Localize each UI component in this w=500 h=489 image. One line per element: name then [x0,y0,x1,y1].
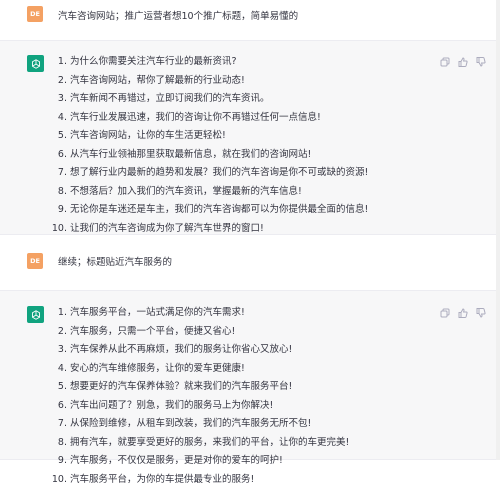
list-item: 汽车保养从此不再麻烦，我们的服务让你省心又放心! [70,341,349,360]
list-item: 汽车咨询网站，帮你了解最新的行业动态! [70,72,368,91]
user-avatar: DE [27,253,43,269]
thumbs-down-icon[interactable] [476,57,486,67]
list-item: 汽车咨询网站，让你的车生活更轻松! [70,127,368,146]
assistant-list: 为什么你需要关注汽车行业的最新资讯? 汽车咨询网站，帮你了解最新的行业动态! 汽… [44,53,368,238]
list-item: 不想落后？加入我们的汽车资讯，掌握最新的汽车信息! [70,183,368,202]
list-item: 汽车出问题了？别急，我们的服务马上为你解决! [70,397,349,416]
chatgpt-logo-icon [27,55,44,72]
thumbs-up-icon[interactable] [458,57,468,67]
list-item: 无论你是车迷还是车主，我们的汽车咨询都可以为你提供最全面的信息! [70,201,368,220]
user-avatar: DE [27,6,43,22]
user-message-text: 汽车咨询网站；推广运营者想10个推广标题，简单易懂的 [58,8,298,22]
list-item: 汽车新闻不再错过，立即订阅我们的汽车资讯。 [70,90,368,109]
message-actions [440,57,486,67]
thumbs-up-icon[interactable] [458,308,468,318]
list-item: 想了解行业内最新的趋势和发展？我们的汽车咨询是你不可或缺的资源! [70,164,368,183]
assistant-message-2: 汽车服务平台，一站式满足你的汽车需求! 汽车服务，只需一个平台，便捷又省心! 汽… [0,290,500,460]
list-item: 汽车服务平台，一站式满足你的汽车需求! [70,304,349,323]
list-item: 汽车服务平台，为你的车提供最专业的服务! [70,471,349,489]
copy-icon[interactable] [440,308,450,318]
user-message-text: 继续；标题贴近汽车服务的 [58,254,172,268]
chatgpt-logo-icon [27,306,44,323]
message-actions [440,308,486,318]
list-item: 汽车服务，不仅仅是服务，更是对你的爱车的呵护! [70,452,349,471]
scrollbar[interactable] [496,0,500,460]
assistant-message-1: 为什么你需要关注汽车行业的最新资讯? 汽车咨询网站，帮你了解最新的行业动态! 汽… [0,40,500,235]
assistant-list: 汽车服务平台，一站式满足你的汽车需求! 汽车服务，只需一个平台，便捷又省心! 汽… [44,304,349,489]
list-item: 汽车行业发展迅速，我们的咨询让你不再错过任何一点信息! [70,109,368,128]
thumbs-down-icon[interactable] [476,308,486,318]
list-item: 从汽车行业领袖那里获取最新信息，就在我们的咨询网站! [70,146,368,165]
list-item: 为什么你需要关注汽车行业的最新资讯? [70,53,368,72]
user-message-1: DE 汽车咨询网站；推广运营者想10个推广标题，简单易懂的 [0,0,500,40]
list-item: 安心的汽车维修服务，让你的爱车更健康! [70,360,349,379]
copy-icon[interactable] [440,57,450,67]
list-item: 汽车服务，只需一个平台，便捷又省心! [70,323,349,342]
list-item: 从保险到维修，从租车到改装，我们的汽车服务无所不包! [70,415,349,434]
list-item: 拥有汽车，就要享受更好的服务，来我们的平台，让你的车更完美! [70,434,349,453]
list-item: 想要更好的汽车保养体验？就来我们的汽车服务平台! [70,378,349,397]
user-message-2: DE 继续；标题贴近汽车服务的 [0,235,500,290]
